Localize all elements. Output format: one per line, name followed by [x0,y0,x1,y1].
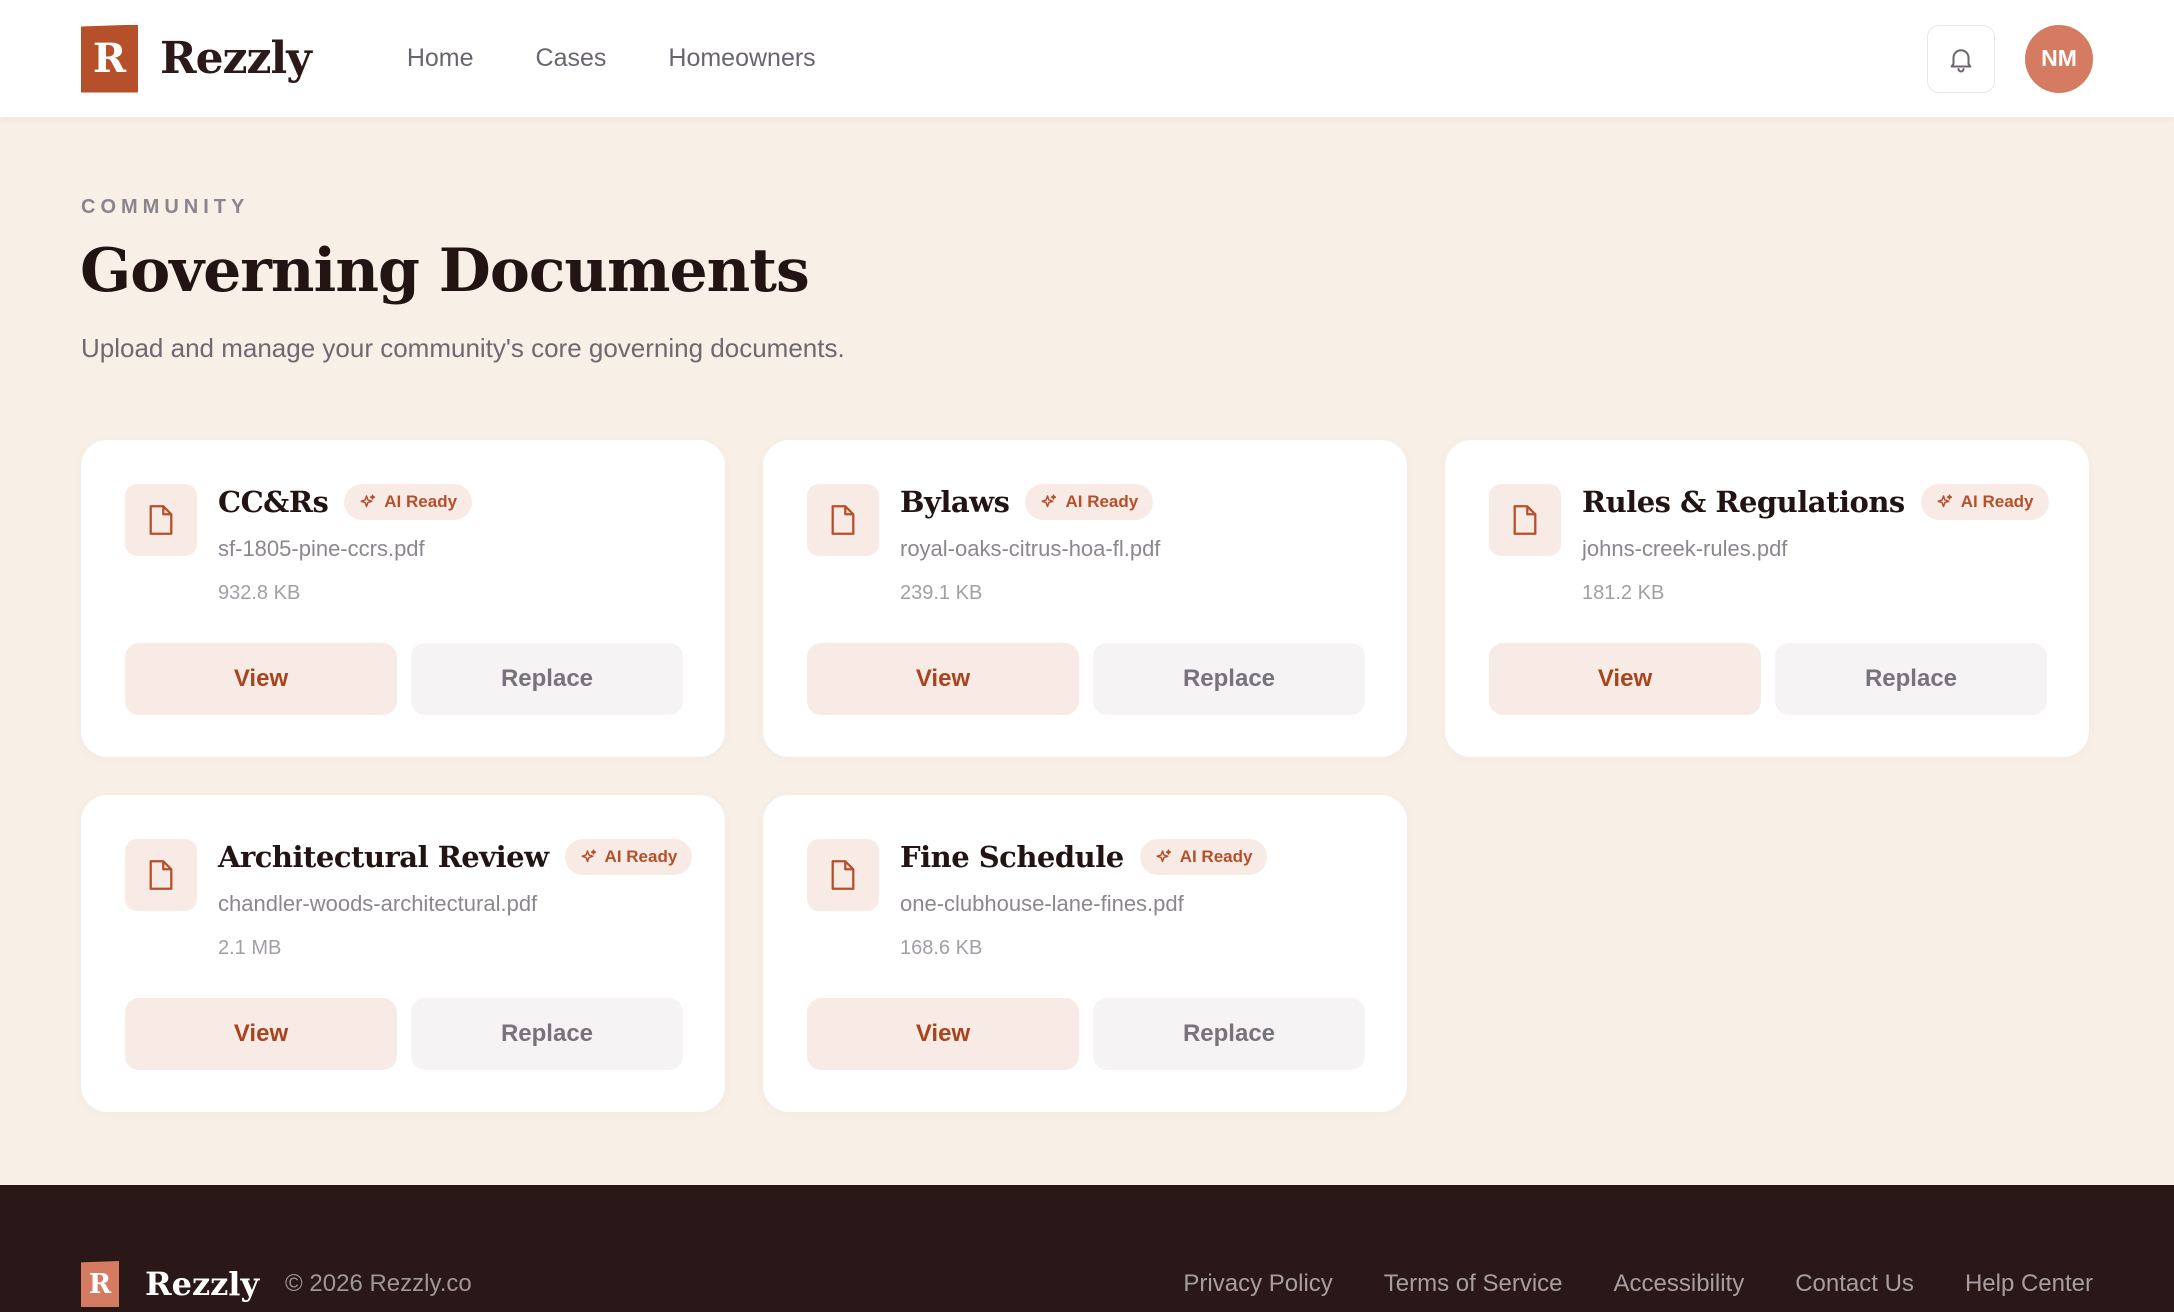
ai-ready-badge: AI Ready [1920,484,2049,520]
file-name: one-clubhouse-lane-fines.pdf [900,891,1184,916]
file-icon [1489,484,1561,556]
ai-ready-badge: AI Ready [344,484,473,520]
file-name: royal-oaks-citrus-hoa-fl.pdf [900,536,1161,561]
document-title: Fine Schedule [900,840,1124,874]
header-actions: NM [1927,24,2093,93]
brand[interactable]: R Rezzly [81,24,312,93]
badge-label: AI Ready [384,492,458,511]
footer-inner: R Rezzly © 2026 Rezzly.co Privacy Policy… [81,1257,2093,1311]
footer-logo-mark: R [81,1261,119,1307]
section-eyebrow: COMMUNITY [81,196,250,218]
view-button[interactable]: View [807,643,1079,715]
user-avatar[interactable]: NM [2025,24,2093,93]
top-navbar: R Rezzly Home Cases Homeowners NM [0,0,2174,117]
footer-link-accessibility[interactable]: Accessibility [1614,1270,1745,1298]
replace-button[interactable]: Replace [1093,998,1365,1070]
view-button[interactable]: View [125,643,397,715]
notifications-button[interactable] [1927,24,1995,93]
badge-label: AI Ready [1960,492,2034,511]
footer-brand: Rezzly [145,1265,260,1303]
ai-ready-badge: AI Ready [1139,839,1268,875]
file-name: sf-1805-pine-ccrs.pdf [218,536,425,561]
bell-icon [1950,48,1972,72]
file-size: 2.1 MB [218,937,282,959]
document-card: CC&Rs AI Ready sf-1805-pine-ccrs.pdf 932… [81,440,725,757]
card-header: Fine Schedule AI Ready [900,839,1268,875]
document-card: Fine Schedule AI Ready one-clubhouse-lan… [763,795,1407,1112]
sparkle-icon [1156,849,1171,863]
file-icon [125,839,197,911]
footer-link-help[interactable]: Help Center [1965,1270,2093,1298]
document-card: Rules & Regulations AI Ready johns-creek… [1445,440,2089,757]
nav-homeowners[interactable]: Homeowners [668,44,815,73]
view-button[interactable]: View [1489,643,1761,715]
card-header: Bylaws AI Ready [900,484,1154,520]
file-size: 239.1 KB [900,582,983,604]
footer: R Rezzly © 2026 Rezzly.co Privacy Policy… [0,1185,2174,1312]
page-subtitle: Upload and manage your community's core … [81,333,845,363]
document-title: Bylaws [900,485,1010,519]
document-title: Rules & Regulations [1582,485,1905,519]
file-name: johns-creek-rules.pdf [1582,536,1788,561]
file-icon [807,484,879,556]
footer-copyright: © 2026 Rezzly.co [285,1270,472,1297]
sparkle-icon [1041,494,1057,508]
card-header: Rules & Regulations AI Ready [1582,484,2049,520]
nav-cases[interactable]: Cases [536,44,607,73]
file-icon [807,839,879,911]
sparkle-icon [1937,494,1952,508]
nav-home[interactable]: Home [407,44,474,73]
document-title: CC&Rs [218,485,329,519]
view-button[interactable]: View [125,998,397,1070]
footer-link-privacy[interactable]: Privacy Policy [1183,1270,1332,1298]
file-size: 181.2 KB [1582,582,1665,604]
replace-button[interactable]: Replace [411,998,683,1070]
footer-link-terms[interactable]: Terms of Service [1384,1270,1563,1298]
ai-ready-badge: AI Ready [564,839,693,875]
page-title: Governing Documents [80,236,810,306]
document-card: Bylaws AI Ready royal-oaks-citrus-hoa-fl… [763,440,1407,757]
view-button[interactable]: View [807,998,1079,1070]
badge-label: AI Ready [1179,847,1253,866]
footer-links: Privacy Policy Terms of Service Accessib… [1183,1270,2093,1298]
file-icon [125,484,197,556]
replace-button[interactable]: Replace [411,643,683,715]
document-title: Architectural Review [218,840,549,874]
file-name: chandler-woods-architectural.pdf [218,891,538,916]
replace-button[interactable]: Replace [1775,643,2047,715]
sparkle-icon [581,849,596,863]
sparkle-icon [360,494,376,508]
main-nav: Home Cases Homeowners [407,44,816,73]
badge-label: AI Ready [604,847,678,866]
brand-name: Rezzly [160,33,312,84]
replace-button[interactable]: Replace [1093,643,1365,715]
ai-ready-badge: AI Ready [1025,484,1154,520]
file-size: 168.6 KB [900,937,983,959]
badge-label: AI Ready [1065,492,1139,511]
logo-mark: R [81,24,138,93]
card-header: CC&Rs AI Ready [218,484,473,520]
file-size: 932.8 KB [218,582,301,604]
document-card: Architectural Review AI Ready chandler-w… [81,795,725,1112]
footer-link-contact[interactable]: Contact Us [1795,1270,1914,1298]
card-header: Architectural Review AI Ready [218,839,693,875]
